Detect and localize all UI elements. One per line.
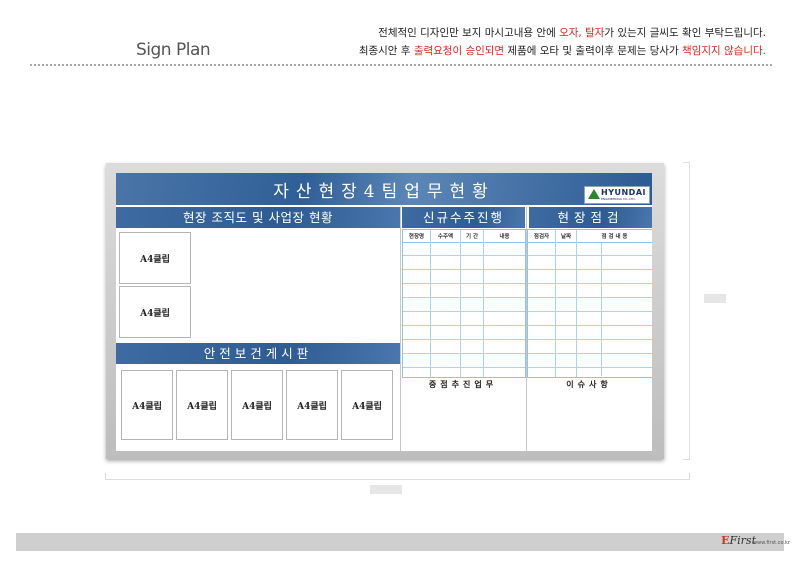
table-column-line — [430, 230, 431, 377]
table-header-cell: 내용 — [499, 234, 510, 240]
notice-line-1: 전체적인 디자인만 보지 마시고내용 안에 오자, 탈자가 있는지 글씨도 확인… — [359, 24, 766, 42]
new-orders-table: 현장명 수주액 기 간 내용 — [402, 229, 526, 378]
dotted-divider — [30, 64, 772, 66]
table-row-line — [403, 297, 525, 298]
width-dimension-line — [105, 473, 690, 480]
height-dimension-label — [704, 294, 726, 303]
table-row-line — [403, 339, 525, 340]
table-row-line — [528, 311, 652, 312]
table-header-cell: 점검자 — [533, 234, 550, 240]
table-header-cell: 수주액 — [437, 234, 454, 240]
table-header-cell: 날짜 — [560, 234, 572, 240]
height-dimension-line — [683, 162, 690, 460]
safety-board-header: 안전보건게시판 — [116, 343, 400, 364]
notice-line-2-part-c: 제품에 오타 및 출력이후 문제는 당사가 — [504, 45, 683, 57]
table-column-line — [483, 230, 484, 377]
notice-line-1-part-c: 가 있는지 글씨도 확인 부탁드립니다. — [604, 27, 766, 39]
footer-bar — [16, 533, 784, 551]
a4-clip: A4클립 — [286, 370, 338, 440]
triangle-icon — [588, 189, 600, 199]
board-title: 자산현장4팀업무현황 — [273, 182, 495, 202]
table-column-line — [576, 230, 577, 377]
a4-clip: A4클립 — [176, 370, 228, 440]
table-row-line — [403, 353, 525, 354]
table-row-line — [403, 325, 525, 326]
sign-board: 자산현장4팀업무현황 HYUNDAI ENGINEERING CO.,LTD. … — [116, 173, 652, 451]
a4-clip: A4클립 — [231, 370, 283, 440]
org-chart-header: 현장 조직도 및 사업장 현황 — [116, 207, 400, 228]
notice-line-2-highlight: 출력요청이 승인되면 — [413, 45, 505, 57]
table-row-line — [528, 367, 652, 368]
board-header: 자산현장4팀업무현황 HYUNDAI ENGINEERING CO.,LTD. — [116, 173, 652, 205]
table-row-line — [528, 269, 652, 270]
site-inspection-header: 현장점검 — [529, 207, 652, 228]
first-logo: EFirst — [721, 534, 756, 547]
a4-clip: A4클립 — [119, 286, 191, 338]
key-tasks-label: 중점추진업무 — [428, 380, 498, 389]
hyundai-logo: HYUNDAI ENGINEERING CO.,LTD. — [584, 186, 650, 204]
page-title: Sign Plan — [136, 40, 211, 60]
a4-clip: A4클립 — [341, 370, 393, 440]
logo-name: HYUNDAI — [601, 188, 646, 197]
table-column-line — [601, 243, 602, 376]
site-inspection-table: 점검자 날짜 점 검 내 용 — [527, 229, 652, 378]
table-row-line — [403, 283, 525, 284]
table-row-line — [528, 283, 652, 284]
footer-url: www.first.co.kr — [752, 540, 790, 546]
notice-line-2-part-a: 최종시안 후 — [358, 45, 414, 57]
width-dimension-label — [370, 485, 402, 494]
logo-mark: E — [721, 534, 730, 547]
table-column-line — [555, 230, 556, 377]
table-row-line — [528, 255, 652, 256]
table-header: 현장명 수주액 기 간 내용 — [403, 230, 525, 243]
notice-line-1-part-a: 전체적인 디자인만 보지 마시고내용 안에 — [378, 27, 560, 39]
table-header-cell: 기 간 — [465, 234, 479, 240]
column-divider — [400, 207, 401, 451]
table-column-line — [460, 230, 461, 377]
issues-label: 이슈사항 — [566, 380, 612, 389]
new-orders-header: 신규수주진행 — [402, 207, 525, 228]
table-row-line — [528, 325, 652, 326]
table-row-line — [528, 353, 652, 354]
notice-line-2-highlight-2: 책임지지 않습니다. — [682, 45, 766, 57]
logo-subtitle: ENGINEERING CO.,LTD. — [601, 197, 636, 201]
table-row-line — [403, 255, 525, 256]
notice-line-1-highlight: 오자, 탈자 — [559, 27, 605, 39]
table-row-line — [403, 269, 525, 270]
table-header: 점검자 날짜 점 검 내 용 — [528, 230, 652, 243]
table-row-line — [528, 339, 652, 340]
table-header-cell: 점 검 내 용 — [601, 234, 628, 240]
notice-text: 전체적인 디자인만 보지 마시고내용 안에 오자, 탈자가 있는지 글씨도 확인… — [359, 24, 766, 60]
a4-clip: A4클립 — [119, 232, 191, 284]
table-row-line — [528, 297, 652, 298]
notice-line-2: 최종시안 후 출력요청이 승인되면 제품에 오타 및 출력이후 문제는 당사가 … — [359, 42, 766, 60]
table-header-cell: 현장명 — [408, 234, 425, 240]
table-row-line — [403, 311, 525, 312]
table-row-line — [403, 367, 525, 368]
a4-clip: A4클립 — [121, 370, 173, 440]
